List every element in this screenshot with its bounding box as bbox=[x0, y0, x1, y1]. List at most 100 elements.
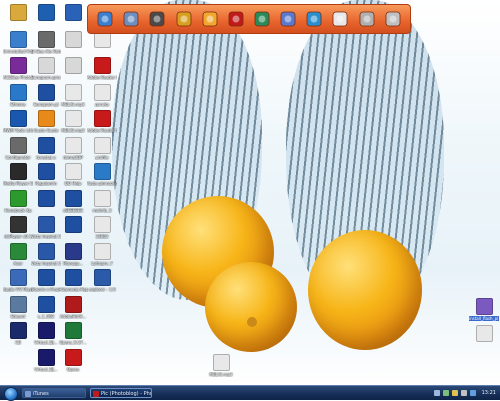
icon-label: MWM Tools Life bbox=[3, 128, 33, 133]
icon-c1-13[interactable]: CB bbox=[3, 322, 33, 345]
icon-c1-3[interactable]: ACDSee Photo Editor bbox=[3, 57, 33, 80]
file-icon bbox=[93, 216, 111, 233]
icon-c2-12[interactable]: s_1_002 bbox=[31, 295, 61, 319]
icon-c2-3[interactable]: Eurogram.gmx bbox=[31, 57, 61, 80]
dock-recycle-icon[interactable] bbox=[383, 9, 403, 29]
icon-c1-1[interactable] bbox=[3, 4, 33, 22]
icon-c1-2[interactable]: Uninstalled Programs bbox=[3, 30, 33, 54]
volume-icon[interactable] bbox=[433, 390, 440, 396]
icon-c3-14[interactable]: Opera bbox=[58, 348, 88, 372]
dock-book-icon[interactable] bbox=[252, 9, 272, 29]
icon-label: poruka bbox=[95, 101, 109, 107]
icon-label: Virtual_DJ... bbox=[34, 340, 58, 345]
icon-c3-9[interactable] bbox=[58, 216, 88, 234]
icon-c3-10[interactable]: Planopp... bbox=[58, 242, 88, 266]
icon-c2-13[interactable]: Virtual_DJ... bbox=[31, 322, 61, 345]
icon-label: mokrib_3 bbox=[92, 207, 112, 213]
icon-c3-3[interactable] bbox=[58, 57, 88, 75]
icon-c3-12[interactable]: AdobeRdr9... bbox=[58, 295, 88, 319]
icon-c2-4[interactable]: Eurogram.gl bbox=[31, 83, 61, 107]
file-icon bbox=[212, 354, 230, 371]
clock[interactable]: 13:21 bbox=[482, 390, 496, 396]
icon-c2-6[interactable]: Izvestaj u bbox=[31, 136, 61, 160]
icon-c4-7[interactable]: Tasty gimnazijcew bbox=[87, 163, 117, 186]
icon-c4-10[interactable]: Lofroprv_7 bbox=[87, 242, 117, 266]
icon-c4-3[interactable]: Adobe Reader 8 bbox=[87, 57, 117, 80]
file-icon bbox=[64, 30, 82, 48]
icon-label: Gusto Gusto bbox=[33, 128, 59, 133]
icon-c3-11[interactable]: ~Gamenja Republike bbox=[58, 269, 88, 292]
icon-c3-4[interactable]: MBLIG.mp3 bbox=[58, 83, 88, 107]
icon-label: Vista Inspirat 2 Config bbox=[31, 234, 61, 239]
dock-vinyl-icon[interactable] bbox=[226, 9, 246, 29]
messenger-icon[interactable] bbox=[469, 390, 476, 396]
icon-c2-10[interactable]: Vista Inspirat 2 Help bbox=[31, 242, 61, 266]
app-icon bbox=[93, 391, 99, 397]
dock-network-icon[interactable] bbox=[121, 9, 141, 29]
icon-label: ~Gamenja Republike bbox=[58, 287, 88, 292]
icon-c3-7[interactable]: DD Help bbox=[58, 163, 88, 186]
icon-c1-6[interactable]: Configurator bbox=[3, 136, 33, 160]
file-icon bbox=[64, 216, 82, 233]
icon-c3-8[interactable]: sEEEEEEE bbox=[58, 189, 88, 213]
icon-label: install_flash_pl ayer bbox=[469, 316, 499, 321]
icon-c4-5[interactable]: Adobe Reader 8 bbox=[87, 110, 117, 133]
icon-c3-5[interactable]: MBLIG.mp3 bbox=[58, 110, 88, 133]
icon-c3-2[interactable] bbox=[58, 30, 88, 49]
dock-globe-icon[interactable] bbox=[304, 9, 324, 29]
icon-c2-1[interactable] bbox=[31, 4, 61, 22]
icon-c4-9[interactable]: 33852 bbox=[87, 216, 117, 239]
dock-music-icon[interactable] bbox=[278, 9, 298, 29]
file-icon bbox=[64, 83, 82, 101]
icon-c3-13[interactable]: Opera_9.27... bbox=[58, 322, 88, 345]
dock-media-icon[interactable] bbox=[200, 9, 220, 29]
icon-centre[interactable]: MBLIG.mp3 bbox=[206, 354, 236, 377]
icon-label: Eurogram.gl bbox=[33, 101, 59, 107]
taskbar-photoshop-button[interactable]: Pic (Photoblog) - Photo... bbox=[90, 388, 152, 398]
icon-c1-12[interactable]: Eduard bbox=[3, 295, 33, 319]
icon-label: Ethoms bbox=[10, 101, 26, 107]
dock-hammer-icon[interactable] bbox=[147, 9, 167, 29]
icon-c2-7[interactable]: Regulamin bbox=[31, 163, 61, 186]
icon-c3-6[interactable]: doma3DP bbox=[58, 136, 88, 160]
security-icon[interactable] bbox=[451, 390, 458, 396]
icon-right-1[interactable]: install_flash_pl ayer bbox=[469, 298, 499, 321]
update-icon[interactable] bbox=[460, 390, 467, 396]
icon-c2-11[interactable]: Raoniv o Prazi bbox=[31, 269, 61, 292]
icon-c1-4[interactable]: Ethoms bbox=[3, 83, 33, 107]
taskbar-itunes-button[interactable]: iTunes bbox=[22, 388, 86, 398]
file-icon bbox=[64, 269, 82, 286]
dock-gear-icon[interactable] bbox=[357, 9, 377, 29]
icon-label: doma3DP bbox=[63, 154, 83, 160]
icon-c1-8[interactable]: Honebook Xp bbox=[3, 189, 33, 213]
icon-c1-5[interactable]: MWM Tools Life bbox=[3, 110, 33, 133]
icon-c4-11[interactable]: explorer - 1.0 bbox=[87, 269, 117, 292]
icon-label: Configurator bbox=[5, 154, 31, 160]
start-button[interactable] bbox=[4, 387, 18, 401]
icon-c2-14[interactable]: Virtual_DJ... bbox=[31, 348, 61, 372]
icon-c4-8[interactable]: mokrib_3 bbox=[87, 189, 117, 213]
icon-c3-1[interactable] bbox=[58, 4, 88, 22]
network-icon[interactable] bbox=[442, 390, 449, 396]
icon-c2-8[interactable] bbox=[31, 189, 61, 208]
icon-c4-6[interactable]: profile bbox=[87, 136, 117, 160]
taskbar-button-label: iTunes bbox=[33, 391, 49, 397]
dock-clock-icon[interactable] bbox=[330, 9, 350, 29]
icon-c1-10[interactable]: Acer bbox=[3, 242, 33, 266]
dock-computer-icon[interactable] bbox=[95, 9, 115, 29]
icon-c1-9[interactable]: dxPlayer v0.1 bbox=[3, 216, 33, 239]
file-icon bbox=[37, 57, 55, 74]
icon-c2-9[interactable]: Vista Inspirat 2 Config bbox=[31, 216, 61, 239]
icon-right-2[interactable] bbox=[469, 325, 499, 343]
icon-label: Izvestaj u bbox=[36, 154, 56, 160]
file-icon bbox=[37, 83, 55, 101]
icon-c4-4[interactable]: poruka bbox=[87, 83, 117, 107]
icon-c1-7[interactable]: Media Player Classic bbox=[3, 163, 33, 186]
file-icon bbox=[37, 242, 55, 260]
icon-label: 33852 bbox=[95, 234, 109, 239]
dock-palette-icon[interactable] bbox=[174, 9, 194, 29]
file-icon bbox=[93, 110, 111, 127]
icon-c2-5[interactable]: Gusto Gusto bbox=[31, 110, 61, 133]
icon-c1-11[interactable]: Apple iTV Player bbox=[3, 269, 33, 292]
icon-c2-2[interactable]: Gi Bee Ale Retrospective 13 bbox=[31, 30, 61, 54]
